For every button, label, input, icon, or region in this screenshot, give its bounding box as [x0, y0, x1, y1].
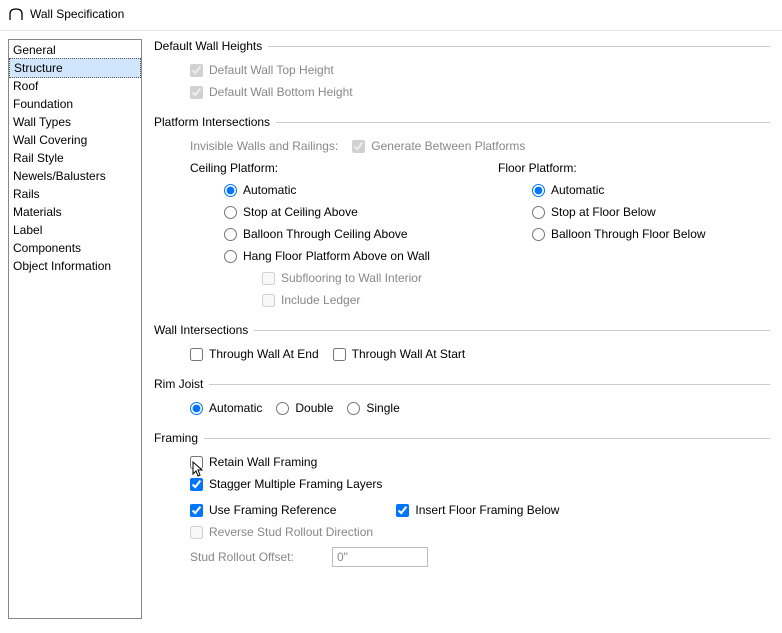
ceiling-automatic-radio[interactable]: [224, 184, 237, 197]
sidebar-item-rails[interactable]: Rails: [9, 185, 141, 203]
sidebar-item-components[interactable]: Components: [9, 239, 141, 257]
ceiling-balloon-radio[interactable]: [224, 228, 237, 241]
default-wall-bottom-height-label: Default Wall Bottom Height: [209, 85, 353, 99]
floor-balloon-label: Balloon Through Floor Below: [551, 227, 706, 241]
subflooring-checkbox: [262, 272, 275, 285]
sidebar-item-wall-covering[interactable]: Wall Covering: [9, 131, 141, 149]
insert-floor-framing-below-checkbox[interactable]: [396, 504, 409, 517]
reverse-stud-rollout-checkbox: [190, 526, 203, 539]
titlebar-divider: [0, 30, 782, 31]
invisible-walls-label: Invisible Walls and Railings:: [190, 139, 338, 153]
sidebar: General Structure Roof Foundation Wall T…: [8, 39, 142, 619]
floor-stop-radio[interactable]: [532, 206, 545, 219]
retain-wall-framing-label: Retain Wall Framing: [209, 455, 317, 469]
sidebar-item-wall-types[interactable]: Wall Types: [9, 113, 141, 131]
sidebar-item-materials[interactable]: Materials: [9, 203, 141, 221]
default-wall-top-height-checkbox: [190, 64, 203, 77]
section-default-wall-heights: Default Wall Heights Default Wall Top He…: [154, 39, 770, 103]
use-framing-reference-label: Use Framing Reference: [209, 503, 336, 517]
floor-balloon-radio[interactable]: [532, 228, 545, 241]
sidebar-item-structure[interactable]: Structure: [9, 58, 141, 78]
sidebar-item-newels-balusters[interactable]: Newels/Balusters: [9, 167, 141, 185]
sidebar-item-roof[interactable]: Roof: [9, 77, 141, 95]
subflooring-label: Subflooring to Wall Interior: [281, 271, 422, 285]
stagger-layers-label: Stagger Multiple Framing Layers: [209, 477, 382, 491]
main-panel: Default Wall Heights Default Wall Top He…: [150, 39, 774, 619]
section-rim-joist: Rim Joist Automatic Double Single: [154, 377, 770, 419]
window-title: Wall Specification: [30, 7, 124, 21]
use-framing-reference-checkbox[interactable]: [190, 504, 203, 517]
ceiling-balloon-label: Balloon Through Ceiling Above: [243, 227, 408, 241]
through-wall-end-label: Through Wall At End: [209, 347, 319, 361]
rim-automatic-radio[interactable]: [190, 402, 203, 415]
section-title-rim-joist: Rim Joist: [154, 377, 203, 391]
ceiling-platform-title: Ceiling Platform:: [190, 161, 454, 175]
generate-between-platforms-label: Generate Between Platforms: [371, 139, 525, 153]
rim-double-radio[interactable]: [276, 402, 289, 415]
floor-stop-label: Stop at Floor Below: [551, 205, 656, 219]
ceiling-automatic-label: Automatic: [243, 183, 296, 197]
sidebar-item-rail-style[interactable]: Rail Style: [9, 149, 141, 167]
include-ledger-checkbox: [262, 294, 275, 307]
divider: [204, 438, 770, 439]
sidebar-item-label[interactable]: Label: [9, 221, 141, 239]
default-wall-bottom-height-checkbox: [190, 86, 203, 99]
retain-wall-framing-checkbox[interactable]: [190, 456, 203, 469]
section-wall-intersections: Wall Intersections Through Wall At End T…: [154, 323, 770, 365]
divider: [268, 46, 770, 47]
rim-automatic-label: Automatic: [209, 401, 262, 415]
section-framing: Framing Retain Wall Framing Stagger Mult…: [154, 431, 770, 567]
divider: [276, 122, 770, 123]
through-wall-start-label: Through Wall At Start: [352, 347, 466, 361]
insert-floor-framing-below-label: Insert Floor Framing Below: [415, 503, 559, 517]
section-platform-intersections: Platform Intersections Invisible Walls a…: [154, 115, 770, 311]
ceiling-stop-radio[interactable]: [224, 206, 237, 219]
sidebar-item-object-information[interactable]: Object Information: [9, 257, 141, 275]
rim-single-radio[interactable]: [347, 402, 360, 415]
divider: [209, 384, 770, 385]
generate-between-platforms-checkbox: [352, 140, 365, 153]
default-wall-top-height-label: Default Wall Top Height: [209, 63, 334, 77]
sidebar-item-foundation[interactable]: Foundation: [9, 95, 141, 113]
stud-rollout-offset-label: Stud Rollout Offset:: [190, 550, 320, 564]
sidebar-item-general[interactable]: General: [9, 41, 141, 59]
through-wall-start-checkbox[interactable]: [333, 348, 346, 361]
section-title-default-wall-heights: Default Wall Heights: [154, 39, 262, 53]
ceiling-stop-label: Stop at Ceiling Above: [243, 205, 358, 219]
ceiling-hang-label: Hang Floor Platform Above on Wall: [243, 249, 430, 263]
titlebar: Wall Specification: [0, 0, 782, 30]
divider: [254, 330, 770, 331]
rim-single-label: Single: [366, 401, 399, 415]
include-ledger-label: Include Ledger: [281, 293, 360, 307]
stagger-layers-checkbox[interactable]: [190, 478, 203, 491]
stud-rollout-offset-input: [332, 547, 428, 567]
section-title-platform-intersections: Platform Intersections: [154, 115, 270, 129]
ceiling-hang-radio[interactable]: [224, 250, 237, 263]
section-title-wall-intersections: Wall Intersections: [154, 323, 248, 337]
reverse-stud-rollout-label: Reverse Stud Rollout Direction: [209, 525, 373, 539]
section-title-framing: Framing: [154, 431, 198, 445]
floor-automatic-radio[interactable]: [532, 184, 545, 197]
floor-platform-title: Floor Platform:: [498, 161, 706, 175]
rim-double-label: Double: [295, 401, 333, 415]
through-wall-end-checkbox[interactable]: [190, 348, 203, 361]
floor-automatic-label: Automatic: [551, 183, 604, 197]
app-icon: [8, 6, 24, 22]
